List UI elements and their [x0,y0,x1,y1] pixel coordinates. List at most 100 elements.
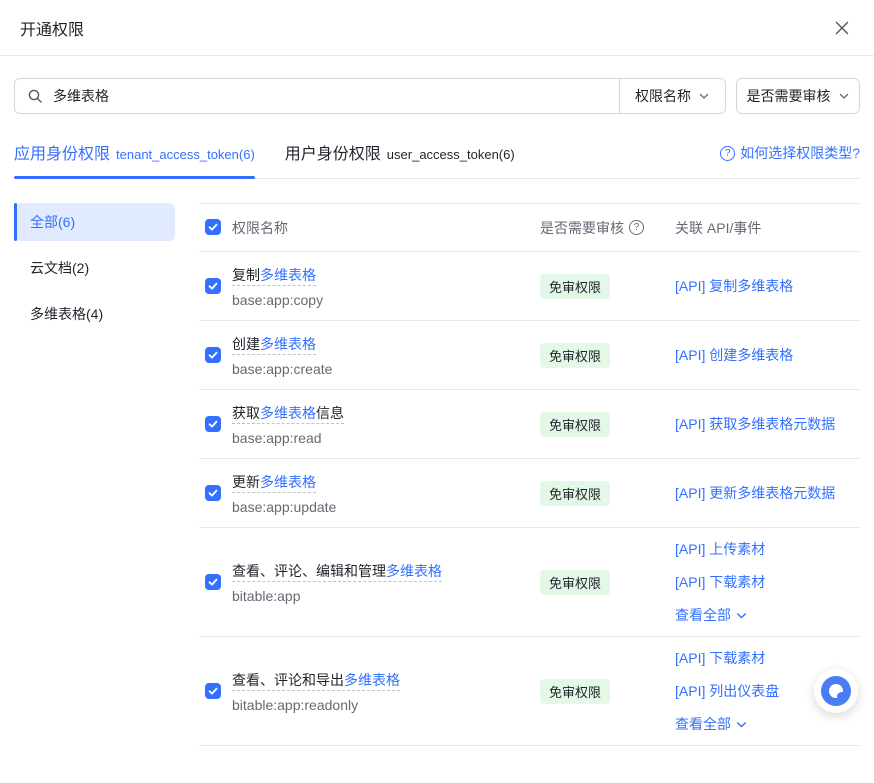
api-link[interactable]: [API] 下载素材 [675,649,765,667]
row-checkbox[interactable] [205,683,221,699]
chevron-down-icon [735,718,748,731]
table-row: 更新多维表格 base:app:update 免审权限 [API] 更新多维表格… [199,459,860,528]
name-filter-dropdown[interactable]: 权限名称 [619,79,725,113]
table-row: 查看、评论、编辑和管理多维表格 bitable:app 免审权限 [API] 上… [199,528,860,637]
permission-name: 复制多维表格 [232,265,540,285]
header-api: 关联 API/事件 [675,218,761,238]
row-checkbox[interactable] [205,278,221,294]
help-link-label: 如何选择权限类型? [740,143,860,163]
name-prefix: 获取 [232,405,260,421]
name-highlight: 多维表格 [260,474,316,490]
view-all-label: 查看全部 [675,715,731,733]
name-highlight: 多维表格 [260,267,316,283]
api-link[interactable]: [API] 更新多维表格元数据 [675,484,835,502]
view-all-link[interactable]: 查看全部 [675,606,748,624]
api-link[interactable]: [API] 复制多维表格 [675,277,793,295]
name-highlight: 多维表格 [386,563,442,579]
permission-name: 查看、评论、编辑和管理多维表格 [232,561,540,581]
permission-code: base:app:read [232,430,540,446]
header-audit: 是否需要审核 [540,218,624,238]
api-link[interactable]: [API] 上传素材 [675,540,765,558]
check-icon [207,221,219,233]
name-suffix: 信息 [316,405,344,421]
permission-name: 更新多维表格 [232,472,540,492]
audit-badge: 免审权限 [540,679,610,704]
audit-badge: 免审权限 [540,412,610,437]
question-circle-icon: ? [720,146,735,161]
tab-tenant-access[interactable]: 应用身份权限 tenant_access_token(6) [14,140,255,178]
name-prefix: 创建 [232,336,260,352]
tab-label: 用户身份权限 [285,140,381,164]
view-all-link[interactable]: 查看全部 [675,715,748,733]
chevron-down-icon [698,90,710,102]
api-link[interactable]: [API] 列出仪表盘 [675,682,779,700]
name-highlight: 多维表格 [260,336,316,352]
audit-badge: 免审权限 [540,481,610,506]
tab-bar: 应用身份权限 tenant_access_token(6) 用户身份权限 use… [14,140,860,179]
search-input[interactable] [43,79,619,113]
name-prefix: 复制 [232,267,260,283]
permission-code: base:app:create [232,361,540,377]
table-row: 获取多维表格信息 base:app:read 免审权限 [API] 获取多维表格… [199,390,860,459]
name-prefix: 更新 [232,474,260,490]
sidebar-item-label: 云文档(2) [30,258,89,278]
row-checkbox[interactable] [205,347,221,363]
tab-token-count: user_access_token(6) [387,147,515,162]
audit-filter-label: 是否需要审核 [747,86,831,106]
name-highlight: 多维表格 [344,672,400,688]
dialog-header: 开通权限 [0,0,874,56]
check-icon [207,349,219,361]
name-prefix: 查看、评论、编辑和管理 [232,563,386,579]
tab-user-access[interactable]: 用户身份权限 user_access_token(6) [285,140,515,178]
permission-name: 查看、评论和导出多维表格 [232,670,540,690]
tab-token-count: tenant_access_token(6) [116,147,255,162]
check-icon [207,280,219,292]
api-link[interactable]: [API] 获取多维表格元数据 [675,415,835,433]
sidebar-item-label: 全部(6) [30,212,75,232]
table-row: 创建多维表格 base:app:create 免审权限 [API] 创建多维表格 [199,321,860,390]
close-button[interactable] [830,16,854,40]
name-prefix: 查看、评论和导出 [232,672,344,688]
audit-badge: 免审权限 [540,570,610,595]
permission-code: base:app:update [232,499,540,515]
audit-help-icon[interactable]: ? [629,220,644,235]
select-all-checkbox[interactable] [205,219,221,235]
check-icon [207,576,219,588]
permission-type-help-link[interactable]: ? 如何选择权限类型? [720,143,860,175]
permissions-table: 权限名称 是否需要审核 ? 关联 API/事件 复制多维表格 base:app:… [199,203,860,746]
permission-name: 创建多维表格 [232,334,540,354]
category-sidebar: 全部(6) 云文档(2) 多维表格(4) [14,203,175,341]
permission-code: bitable:app [232,588,540,604]
api-link[interactable]: [API] 下载素材 [675,573,765,591]
table-row: 查看、评论和导出多维表格 bitable:app:readonly 免审权限 [… [199,637,860,746]
sidebar-item-cloud-docs[interactable]: 云文档(2) [14,249,175,287]
dialog-title: 开通权限 [20,16,84,40]
permission-code: base:app:copy [232,292,540,308]
sidebar-item-label: 多维表格(4) [30,304,103,324]
row-checkbox[interactable] [205,574,221,590]
row-checkbox[interactable] [205,416,221,432]
audit-badge: 免审权限 [540,343,610,368]
view-all-label: 查看全部 [675,606,731,624]
search-icon [27,88,43,104]
check-icon [207,685,219,697]
permission-name: 获取多维表格信息 [232,403,540,423]
sidebar-item-all[interactable]: 全部(6) [14,203,175,241]
check-icon [207,487,219,499]
chevron-down-icon [838,90,850,102]
chevron-down-icon [735,609,748,622]
name-highlight: 多维表格 [260,405,316,421]
sidebar-item-bitable[interactable]: 多维表格(4) [14,295,175,333]
audit-filter-dropdown[interactable]: 是否需要审核 [736,78,860,114]
header-permission-name: 权限名称 [232,218,288,238]
table-header-row: 权限名称 是否需要审核 ? 关联 API/事件 [199,204,860,252]
api-link[interactable]: [API] 创建多维表格 [675,346,793,364]
audit-badge: 免审权限 [540,274,610,299]
search-box: 权限名称 [14,78,726,114]
table-row: 复制多维表格 base:app:copy 免审权限 [API] 复制多维表格 [199,252,860,321]
close-icon [834,20,850,36]
row-checkbox[interactable] [205,485,221,501]
service-bubble-icon [821,676,851,706]
permission-code: bitable:app:readonly [232,697,540,713]
service-widget-button[interactable] [814,669,858,713]
